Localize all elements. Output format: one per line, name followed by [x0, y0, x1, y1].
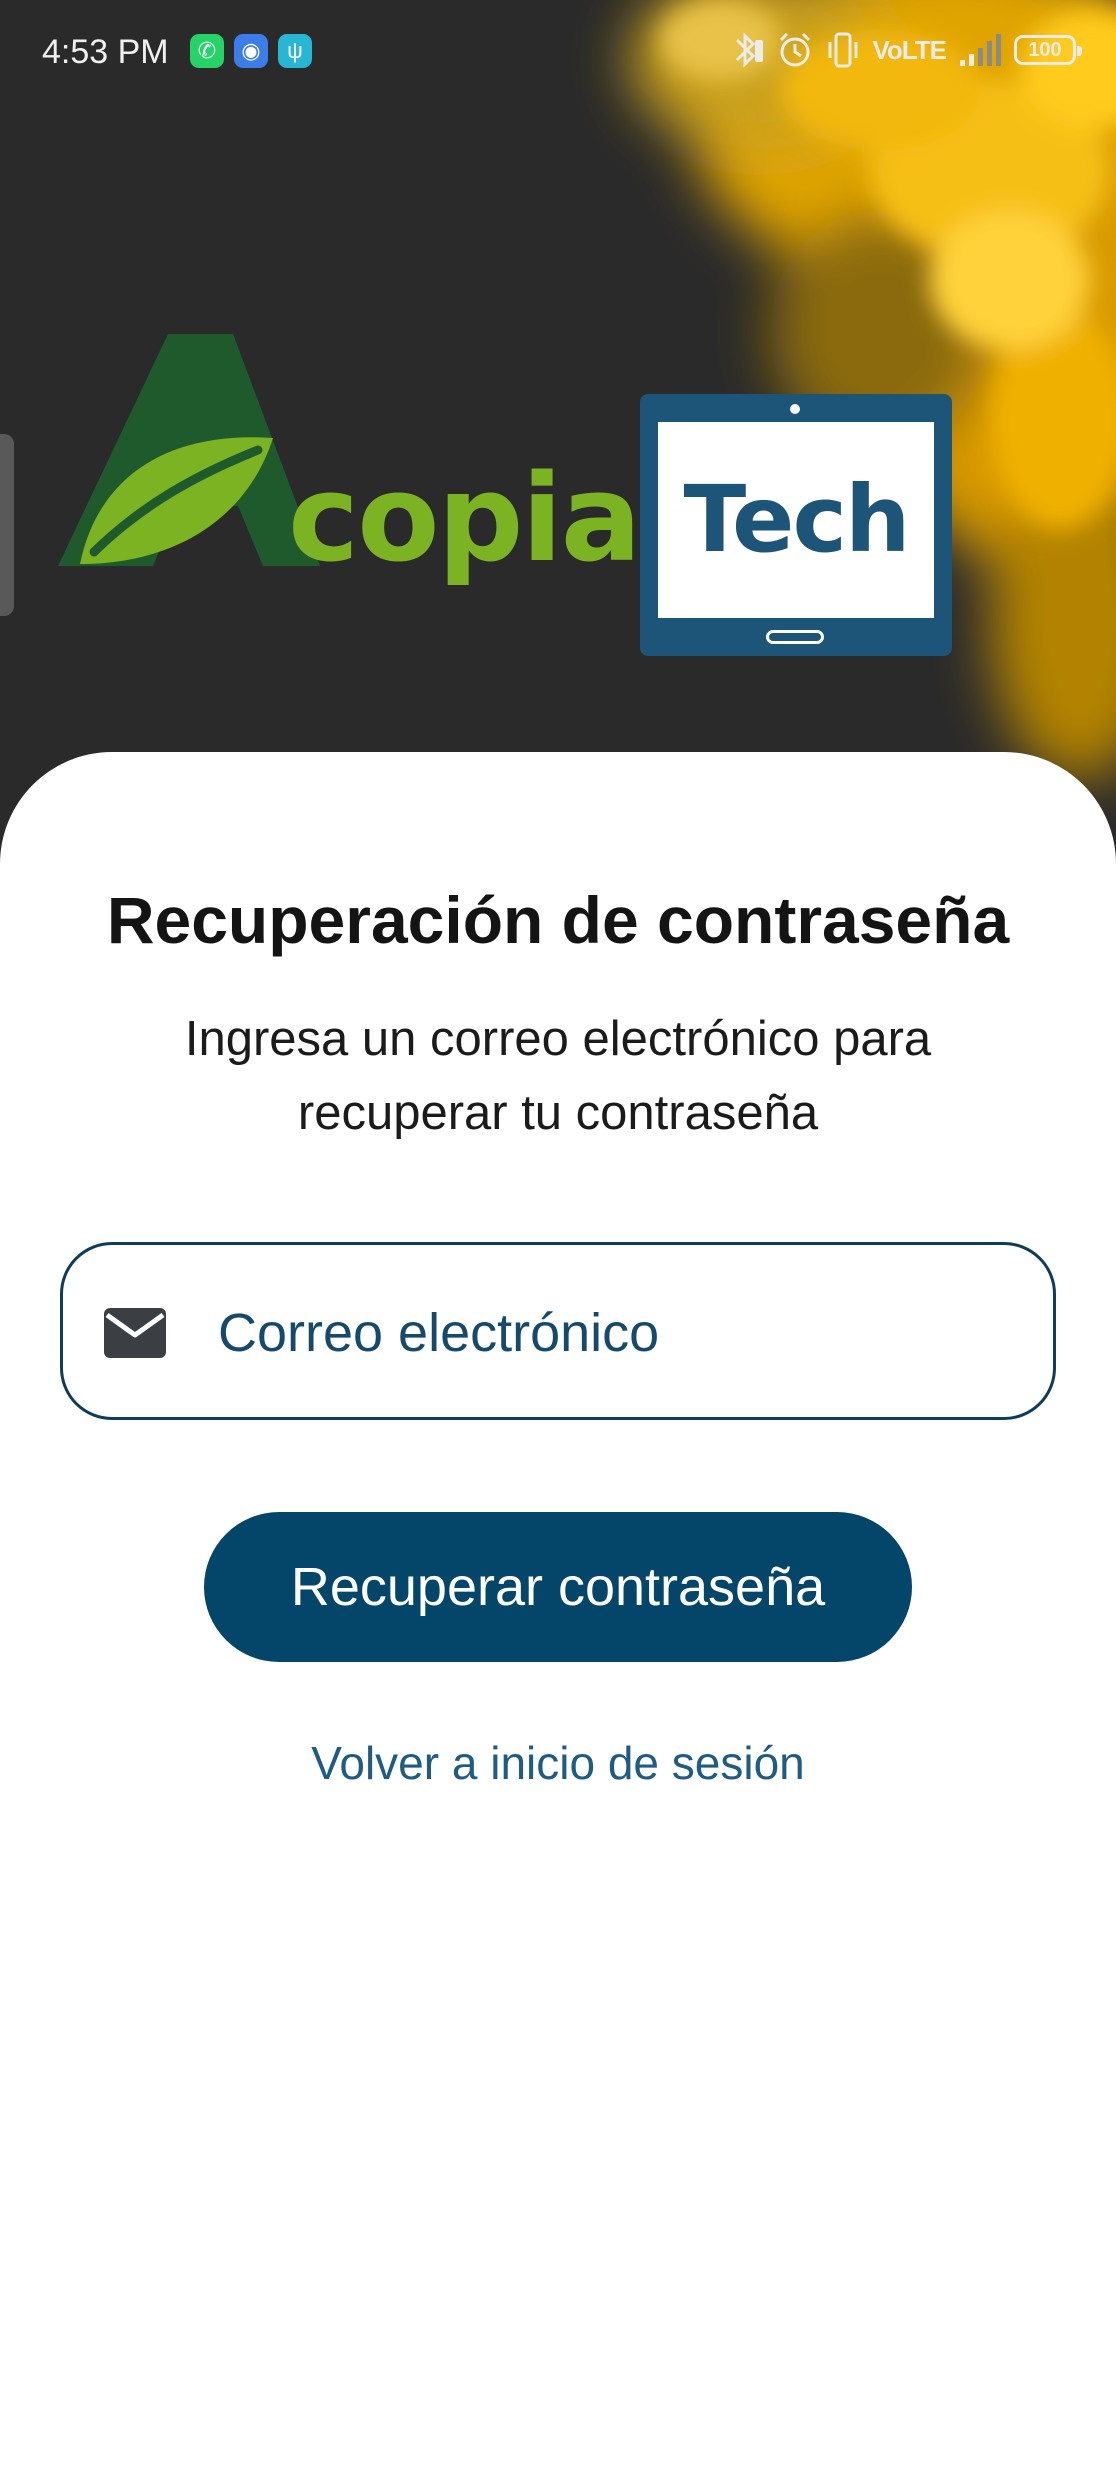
tablet-screen: Tech — [658, 422, 934, 618]
email-input[interactable] — [218, 1293, 1018, 1373]
page-subtitle: Ingresa un correo electrónico para recup… — [184, 1012, 932, 1140]
system-icons: VoLTE 100 — [729, 30, 1082, 70]
page-title: Recuperación de contraseña — [106, 883, 1010, 957]
mail-icon — [104, 1308, 166, 1358]
alarm-icon — [779, 32, 810, 67]
back-to-login-link[interactable]: Volver a inicio de sesión — [0, 1728, 1116, 1798]
battery-icon: 100 — [1014, 35, 1082, 65]
tablet-camera-icon — [790, 404, 800, 414]
messages-icon: ◉ — [234, 34, 268, 68]
status-bar: 4:53 PM ✆ ◉ ψ VoLTE 100 — [0, 0, 1116, 104]
volte-icon: VoLTE — [872, 34, 947, 65]
tablet-home-button-icon — [766, 630, 824, 644]
tech-logo-text: Tech — [683, 466, 911, 573]
acopia-logo-text: copia — [288, 450, 642, 589]
vibrate-icon — [828, 32, 858, 68]
usb-icon: ψ — [278, 34, 312, 68]
tech-tablet-logo: Tech — [640, 394, 952, 656]
recover-password-button[interactable]: Recuperar contraseña — [204, 1512, 912, 1662]
email-field[interactable] — [60, 1242, 1056, 1420]
whatsapp-icon: ✆ — [190, 34, 224, 68]
password-recovery-screen: 4:53 PM ✆ ◉ ψ VoLTE 100 copia Tech Recup… — [0, 0, 1116, 2480]
signal-icon — [960, 34, 1001, 66]
edge-panel-handle[interactable] — [0, 434, 14, 616]
bluetooth-icon — [735, 32, 763, 68]
notification-icons: ✆ ◉ ψ — [190, 34, 312, 68]
status-time: 4:53 PM — [42, 33, 169, 71]
